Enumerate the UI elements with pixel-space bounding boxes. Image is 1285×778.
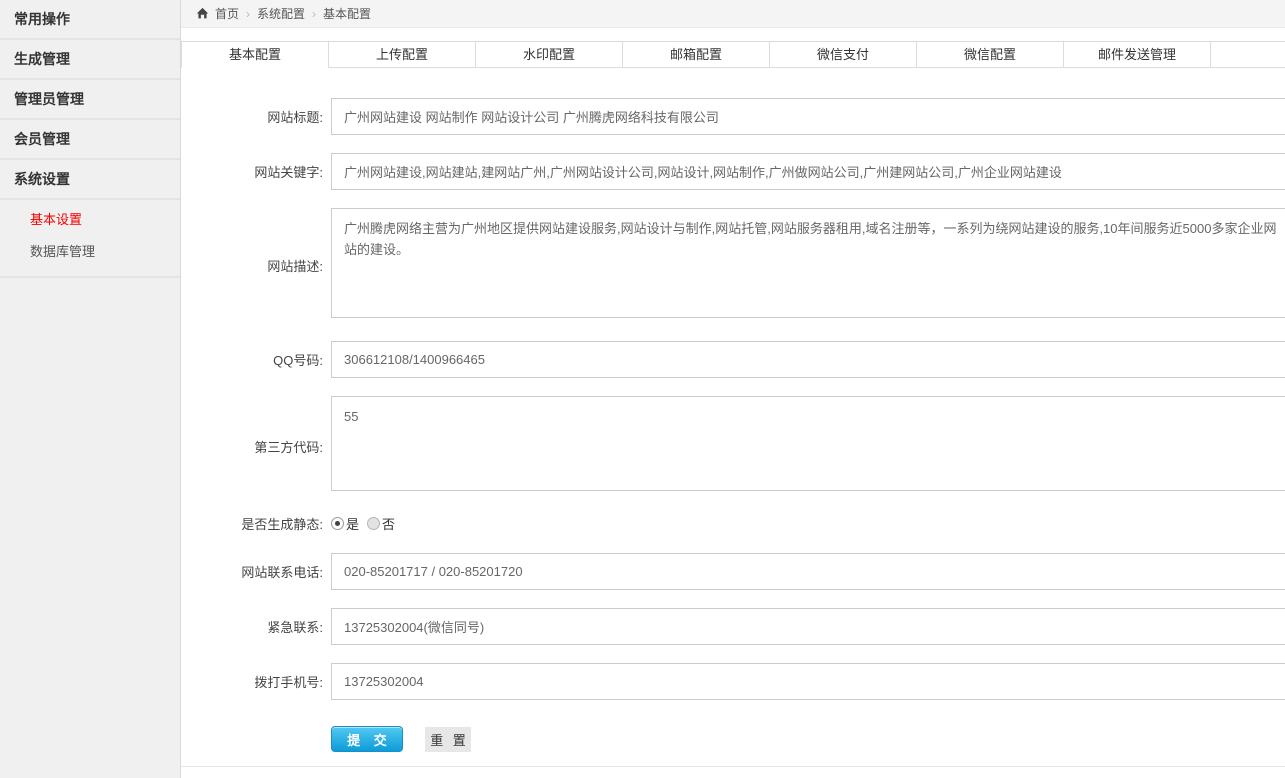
dial-mobile-input[interactable]	[331, 663, 1285, 700]
tab-wechat-config[interactable]: 微信配置	[916, 41, 1064, 68]
form-row: 网站关键字:	[181, 153, 1285, 190]
form-row: QQ号码:	[181, 341, 1285, 378]
breadcrumb-separator: ›	[246, 7, 250, 21]
emergency-contact-label: 紧急联系:	[181, 608, 331, 645]
form-row: 是否生成静态: 是 否	[181, 514, 1285, 533]
sidebar-item-member-management[interactable]: 会员管理	[0, 120, 180, 160]
site-description-textarea[interactable]: 广州腾虎网络主营为广州地区提供网站建设服务,网站设计与制作,网站托管,网站服务器…	[331, 208, 1285, 318]
sidebar-item-generation-management[interactable]: 生成管理	[0, 40, 180, 80]
sidebar-subitem-database-management[interactable]: 数据库管理	[0, 236, 180, 268]
home-icon	[196, 7, 209, 20]
qq-number-input[interactable]	[331, 341, 1285, 378]
generate-static-label: 是否生成静态:	[181, 514, 331, 533]
tab-basic-config[interactable]: 基本配置	[181, 41, 329, 68]
site-phone-input[interactable]	[331, 553, 1285, 590]
form-row: 网站描述: 广州腾虎网络主营为广州地区提供网站建设服务,网站设计与制作,网站托管…	[181, 208, 1285, 323]
breadcrumb: 首页 › 系统配置 › 基本配置	[181, 0, 1285, 28]
generate-static-no-label[interactable]: 否	[382, 514, 395, 533]
breadcrumb-separator: ›	[312, 7, 316, 21]
form-row: 拨打手机号:	[181, 663, 1285, 700]
generate-static-yes-radio[interactable]	[331, 517, 344, 530]
sidebar: 常用操作 生成管理 管理员管理 会员管理 系统设置 基本设置 数据库管理	[0, 0, 181, 778]
site-phone-label: 网站联系电话:	[181, 553, 331, 590]
qq-number-label: QQ号码:	[181, 341, 331, 378]
main-content: 首页 › 系统配置 › 基本配置 基本配置 上传配置 水印配置 邮箱配置 微信支…	[181, 0, 1285, 778]
third-party-code-textarea[interactable]: 55	[331, 396, 1285, 491]
sidebar-item-admin-management[interactable]: 管理员管理	[0, 80, 180, 120]
sidebar-item-system-settings[interactable]: 系统设置	[0, 160, 180, 200]
site-title-input[interactable]	[331, 98, 1285, 135]
content-bottom-divider	[181, 766, 1285, 767]
tab-watermark-config[interactable]: 水印配置	[475, 41, 623, 68]
sidebar-submenu: 基本设置 数据库管理	[0, 200, 180, 278]
tab-wechat-pay[interactable]: 微信支付	[769, 41, 917, 68]
third-party-code-label: 第三方代码:	[181, 396, 331, 496]
dial-mobile-label: 拨打手机号:	[181, 663, 331, 700]
tab-mailbox-config[interactable]: 邮箱配置	[622, 41, 770, 68]
generate-static-no-radio[interactable]	[367, 517, 380, 530]
tab-upload-config[interactable]: 上传配置	[328, 41, 476, 68]
form-row: 第三方代码: 55	[181, 396, 1285, 496]
form-row: 紧急联系:	[181, 608, 1285, 645]
tab-mail-send-management[interactable]: 邮件发送管理	[1063, 41, 1211, 68]
tab-overflow	[1210, 41, 1285, 68]
form-row: 网站联系电话:	[181, 553, 1285, 590]
tab-bar: 基本配置 上传配置 水印配置 邮箱配置 微信支付 微信配置 邮件发送管理	[181, 41, 1285, 68]
breadcrumb-home-link[interactable]: 首页	[215, 5, 239, 22]
breadcrumb-system-config-link[interactable]: 系统配置	[257, 5, 305, 22]
emergency-contact-input[interactable]	[331, 608, 1285, 645]
sidebar-item-common-operations[interactable]: 常用操作	[0, 0, 180, 40]
site-keywords-label: 网站关键字:	[181, 153, 331, 190]
site-keywords-input[interactable]	[331, 153, 1285, 190]
form-row: 网站标题:	[181, 98, 1285, 135]
site-description-label: 网站描述:	[181, 208, 331, 323]
form-actions: 提 交 重 置	[331, 726, 1285, 752]
basic-config-form: 网站标题: 网站关键字: 网站描述: 广州腾虎网络主营为广州地区提供网站建设服务…	[181, 68, 1285, 767]
reset-button[interactable]: 重 置	[425, 727, 471, 752]
breadcrumb-current-page: 基本配置	[323, 5, 371, 22]
generate-static-yes-label[interactable]: 是	[346, 514, 359, 533]
submit-button[interactable]: 提 交	[331, 726, 403, 752]
sidebar-subitem-basic-settings[interactable]: 基本设置	[0, 204, 180, 236]
site-title-label: 网站标题:	[181, 98, 331, 135]
